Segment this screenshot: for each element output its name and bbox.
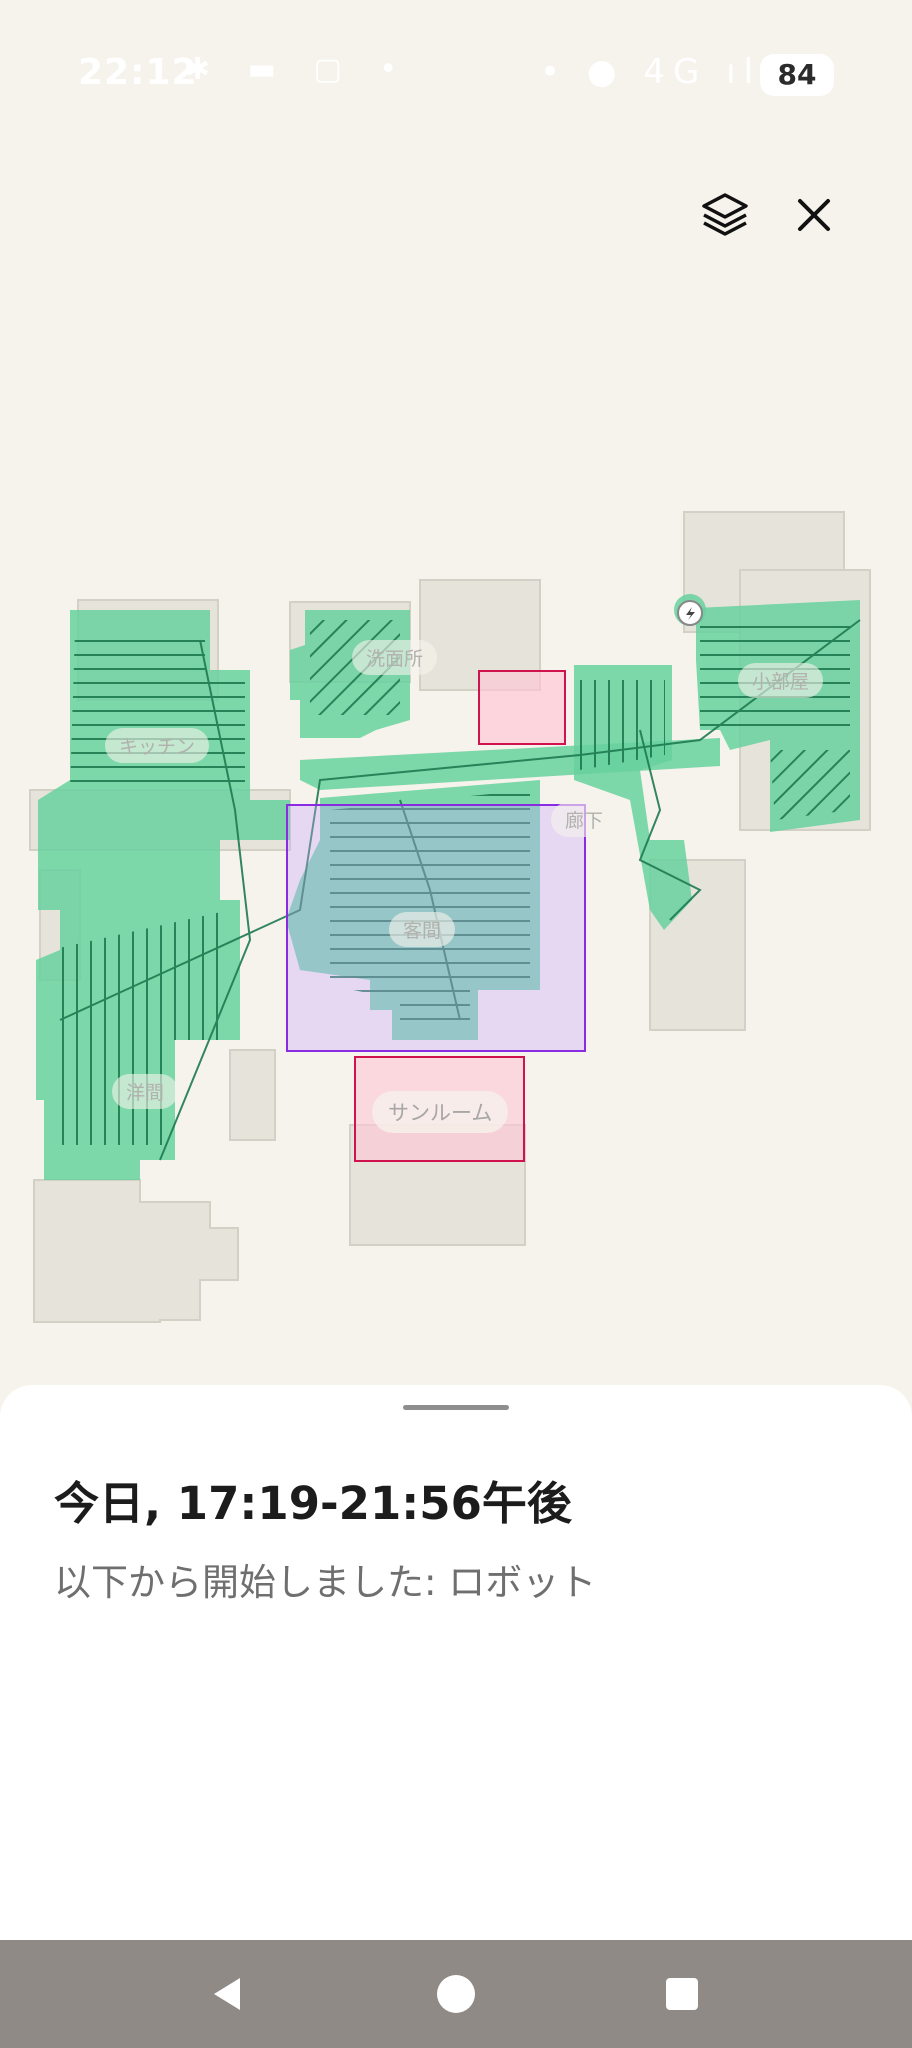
layers-button[interactable] — [690, 180, 760, 250]
room-label-hallway[interactable]: 廊下 — [551, 802, 618, 837]
notification-icons: ✱ ▬ ▢ • — [185, 52, 412, 87]
bottom-sheet[interactable]: 今日, 17:19-21:56午後 以下から開始しました: ロボット — [0, 1385, 912, 1940]
back-icon — [214, 1978, 240, 2010]
recents-icon — [666, 1978, 698, 2010]
session-start-source: 以下から開始しました: ロボット — [54, 1561, 597, 1604]
room-label-washroom[interactable]: 洗面所 — [352, 640, 438, 675]
signal-icons: • ● 4G ıll — [540, 52, 779, 92]
status-bar: 22:12 ✱ ▬ ▢ • • ● 4G ıll 84 — [0, 0, 912, 150]
back-button[interactable] — [168, 1940, 288, 2048]
close-icon — [798, 199, 830, 231]
room-label-kitchen[interactable]: キッチン — [105, 728, 210, 763]
sheet-drag-handle[interactable] — [403, 1405, 509, 1410]
no-go-zone-top[interactable] — [478, 670, 566, 745]
room-label-living[interactable]: 客間 — [389, 912, 456, 947]
zone-label-sunroom[interactable]: サンルーム — [372, 1091, 509, 1133]
room-label-small-room[interactable]: 小部屋 — [738, 663, 824, 698]
session-time-title: 今日, 17:19-21:56午後 — [54, 1477, 572, 1530]
recents-button[interactable] — [622, 1940, 742, 2048]
home-icon — [437, 1975, 475, 2013]
cleaning-map[interactable]: キッチン 洗面所 小部屋 廊下 客間 洋間 サンルーム — [0, 480, 912, 1340]
home-button[interactable] — [396, 1940, 516, 2048]
navigation-bar — [0, 1940, 912, 2048]
map-canvas — [29, 511, 871, 1323]
room-label-western-room[interactable]: 洋間 — [112, 1074, 179, 1109]
status-time: 22:12 — [78, 52, 198, 93]
battery-indicator: 84 — [760, 54, 834, 96]
close-button[interactable] — [779, 180, 849, 250]
layers-icon — [702, 193, 748, 236]
